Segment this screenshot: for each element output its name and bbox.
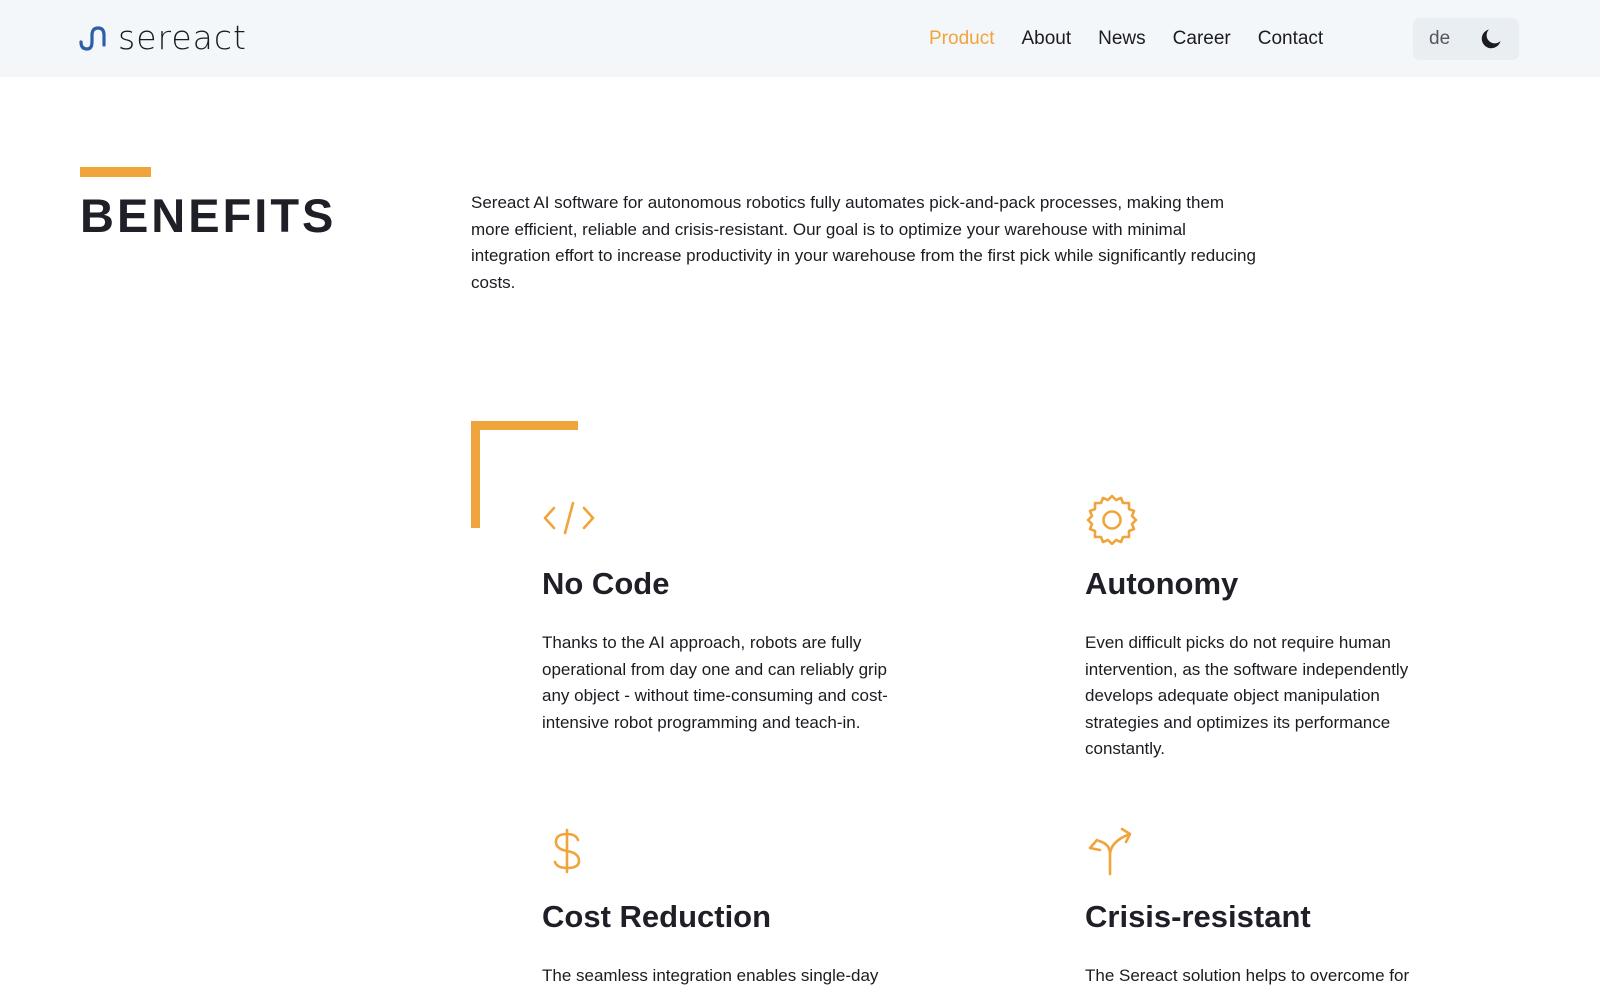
moon-icon[interactable] <box>1479 27 1503 51</box>
split-arrow-icon <box>1088 827 1132 876</box>
language-switch[interactable]: de <box>1429 27 1450 51</box>
dollar-icon <box>553 828 581 874</box>
benefit-title: No Code <box>542 566 670 601</box>
corner-accent-horizontal <box>471 421 578 430</box>
nav-career[interactable]: Career <box>1173 26 1231 52</box>
section-title: BENEFITS <box>80 189 337 242</box>
benefit-title: Cost Reduction <box>542 899 772 934</box>
nav-about[interactable]: About <box>1021 26 1071 52</box>
nav-product[interactable]: Product <box>929 26 994 52</box>
intro-text: Sereact AI software for autonomous robot… <box>471 193 1256 292</box>
nav-contact[interactable]: Contact <box>1258 26 1323 52</box>
corner-accent-vertical <box>471 421 480 528</box>
logo-text: sereact <box>118 18 247 57</box>
benefit-title: Crisis-resistant <box>1085 899 1311 934</box>
logo[interactable]: sereact <box>78 20 247 56</box>
benefit-text: Even difficult picks do not require huma… <box>1085 633 1409 758</box>
title-accent-bar <box>80 167 151 177</box>
gear-icon <box>1086 494 1138 545</box>
site-header: sereact Product About News Career Contac… <box>0 0 1600 77</box>
benefit-title: Autonomy <box>1085 566 1239 601</box>
header-utilities: de <box>1413 18 1519 60</box>
benefit-text: The Sereact solution helps to overcome f… <box>1085 966 1410 985</box>
benefit-text: The seamless integration enables single-… <box>542 966 879 985</box>
benefit-text: Thanks to the AI approach, robots are fu… <box>542 633 888 732</box>
code-icon <box>543 501 595 535</box>
main-nav: Product About News Career Contact <box>929 26 1350 52</box>
logo-mark-icon <box>79 26 106 51</box>
nav-news[interactable]: News <box>1098 26 1146 52</box>
